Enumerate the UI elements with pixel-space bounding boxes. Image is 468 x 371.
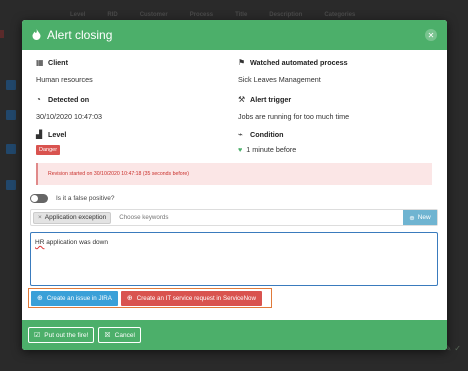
keyword-tag-remove[interactable]: × bbox=[38, 214, 42, 221]
process-field: ⚑ Watched automated process Sick Leaves M… bbox=[238, 58, 428, 84]
modal-title: Alert closing bbox=[47, 28, 113, 42]
close-square-icon: ☒ bbox=[104, 332, 111, 339]
background-badge bbox=[6, 144, 16, 154]
level-label: Level bbox=[48, 130, 67, 139]
background-badge bbox=[6, 180, 16, 190]
issue-actions-highlight: ⊕ Create an issue in JIRA ⊕ Create an IT… bbox=[28, 288, 272, 308]
cancel-button[interactable]: ☒ Cancel bbox=[98, 327, 141, 343]
condition-value: 1 minute before bbox=[246, 145, 297, 154]
false-positive-toggle[interactable] bbox=[30, 194, 48, 203]
background-badge bbox=[6, 110, 16, 120]
false-positive-label: Is it a false positive? bbox=[56, 195, 115, 202]
background-sidebar bbox=[0, 20, 22, 340]
new-keyword-label: New bbox=[417, 214, 431, 221]
detected-field: ◔ Detected on 30/10/2020 10:47:03 bbox=[36, 95, 226, 121]
put-out-fire-label: Put out the fire! bbox=[44, 331, 89, 339]
level-field: ▟ Level Danger bbox=[36, 130, 226, 155]
close-button[interactable]: ✕ bbox=[425, 29, 437, 41]
create-jira-issue-label: Create an issue in JIRA bbox=[46, 294, 112, 302]
flag-icon: ⚑ bbox=[238, 58, 246, 67]
revision-notice: Revision started on 30/10/2020 10:47:18 … bbox=[36, 163, 432, 185]
comment-text: application was down bbox=[44, 239, 108, 246]
cancel-label: Cancel bbox=[114, 331, 135, 339]
heartbeat-icon: ⌁ bbox=[238, 130, 243, 139]
fire-icon bbox=[32, 28, 41, 42]
comment-misspelled-word: HR bbox=[35, 239, 45, 246]
alert-closing-modal: Alert closing ✕ ▦ Client Human resources … bbox=[22, 20, 447, 350]
gavel-icon: ⚒ bbox=[238, 95, 246, 104]
comment-textarea[interactable]: HR application was down bbox=[30, 232, 438, 286]
plus-icon: ⊕ bbox=[409, 214, 415, 222]
column-process: Process bbox=[189, 12, 214, 18]
client-value: Human resources bbox=[36, 75, 93, 84]
trigger-field: ⚒ Alert trigger Jobs are running for too … bbox=[238, 95, 428, 121]
keyword-input[interactable] bbox=[119, 214, 380, 221]
keywords-field: × Application exception ⊕ New bbox=[30, 209, 438, 226]
keyword-tag-label: Application exception bbox=[44, 214, 107, 221]
create-servicenow-request-button[interactable]: ⊕ Create an IT service request in Servic… bbox=[120, 290, 262, 306]
background-badge bbox=[6, 80, 16, 90]
signal-icon: ▟ bbox=[36, 130, 43, 139]
clock-icon: ◔ bbox=[36, 95, 41, 104]
plus-circle-icon: ⊕ bbox=[37, 295, 43, 302]
condition-field: ⌁ Condition ♥ 1 minute before bbox=[238, 130, 428, 154]
background-row-actions: ✎✓ bbox=[444, 344, 464, 353]
new-keyword-button[interactable]: ⊕ New bbox=[403, 210, 437, 225]
column-rid: RID bbox=[107, 12, 118, 18]
create-servicenow-request-label: Create an IT service request in ServiceN… bbox=[136, 294, 256, 302]
trigger-label: Alert trigger bbox=[250, 95, 292, 104]
modal-footer: ☑ Put out the fire! ☒ Cancel bbox=[22, 320, 447, 350]
heart-icon: ♥ bbox=[238, 145, 243, 154]
column-description: Description bbox=[269, 12, 303, 18]
trigger-value: Jobs are running for too much time bbox=[238, 112, 350, 121]
building-icon: ▦ bbox=[36, 58, 44, 67]
column-level: Level bbox=[70, 12, 86, 18]
create-jira-issue-button[interactable]: ⊕ Create an issue in JIRA bbox=[31, 290, 118, 306]
column-customer: Customer bbox=[139, 12, 168, 18]
client-field: ▦ Client Human resources bbox=[36, 58, 226, 84]
column-title: Title bbox=[235, 12, 248, 18]
process-label: Watched automated process bbox=[250, 58, 348, 67]
detected-value: 30/10/2020 10:47:03 bbox=[36, 112, 102, 121]
put-out-fire-button[interactable]: ☑ Put out the fire! bbox=[28, 327, 95, 343]
keyword-tag[interactable]: × Application exception bbox=[33, 211, 112, 224]
condition-label: Condition bbox=[250, 130, 284, 139]
column-categories: Categories bbox=[324, 12, 356, 18]
check-square-icon: ☑ bbox=[34, 332, 41, 339]
false-positive-row: Is it a false positive? bbox=[30, 194, 115, 203]
level-badge: Danger bbox=[36, 145, 61, 155]
client-label: Client bbox=[48, 58, 68, 67]
plus-circle-icon: ⊕ bbox=[126, 295, 133, 302]
modal-header: Alert closing ✕ bbox=[22, 20, 447, 50]
background-red-marker bbox=[0, 30, 4, 38]
detected-label: Detected on bbox=[48, 95, 90, 104]
process-value: Sick Leaves Management bbox=[238, 75, 321, 84]
